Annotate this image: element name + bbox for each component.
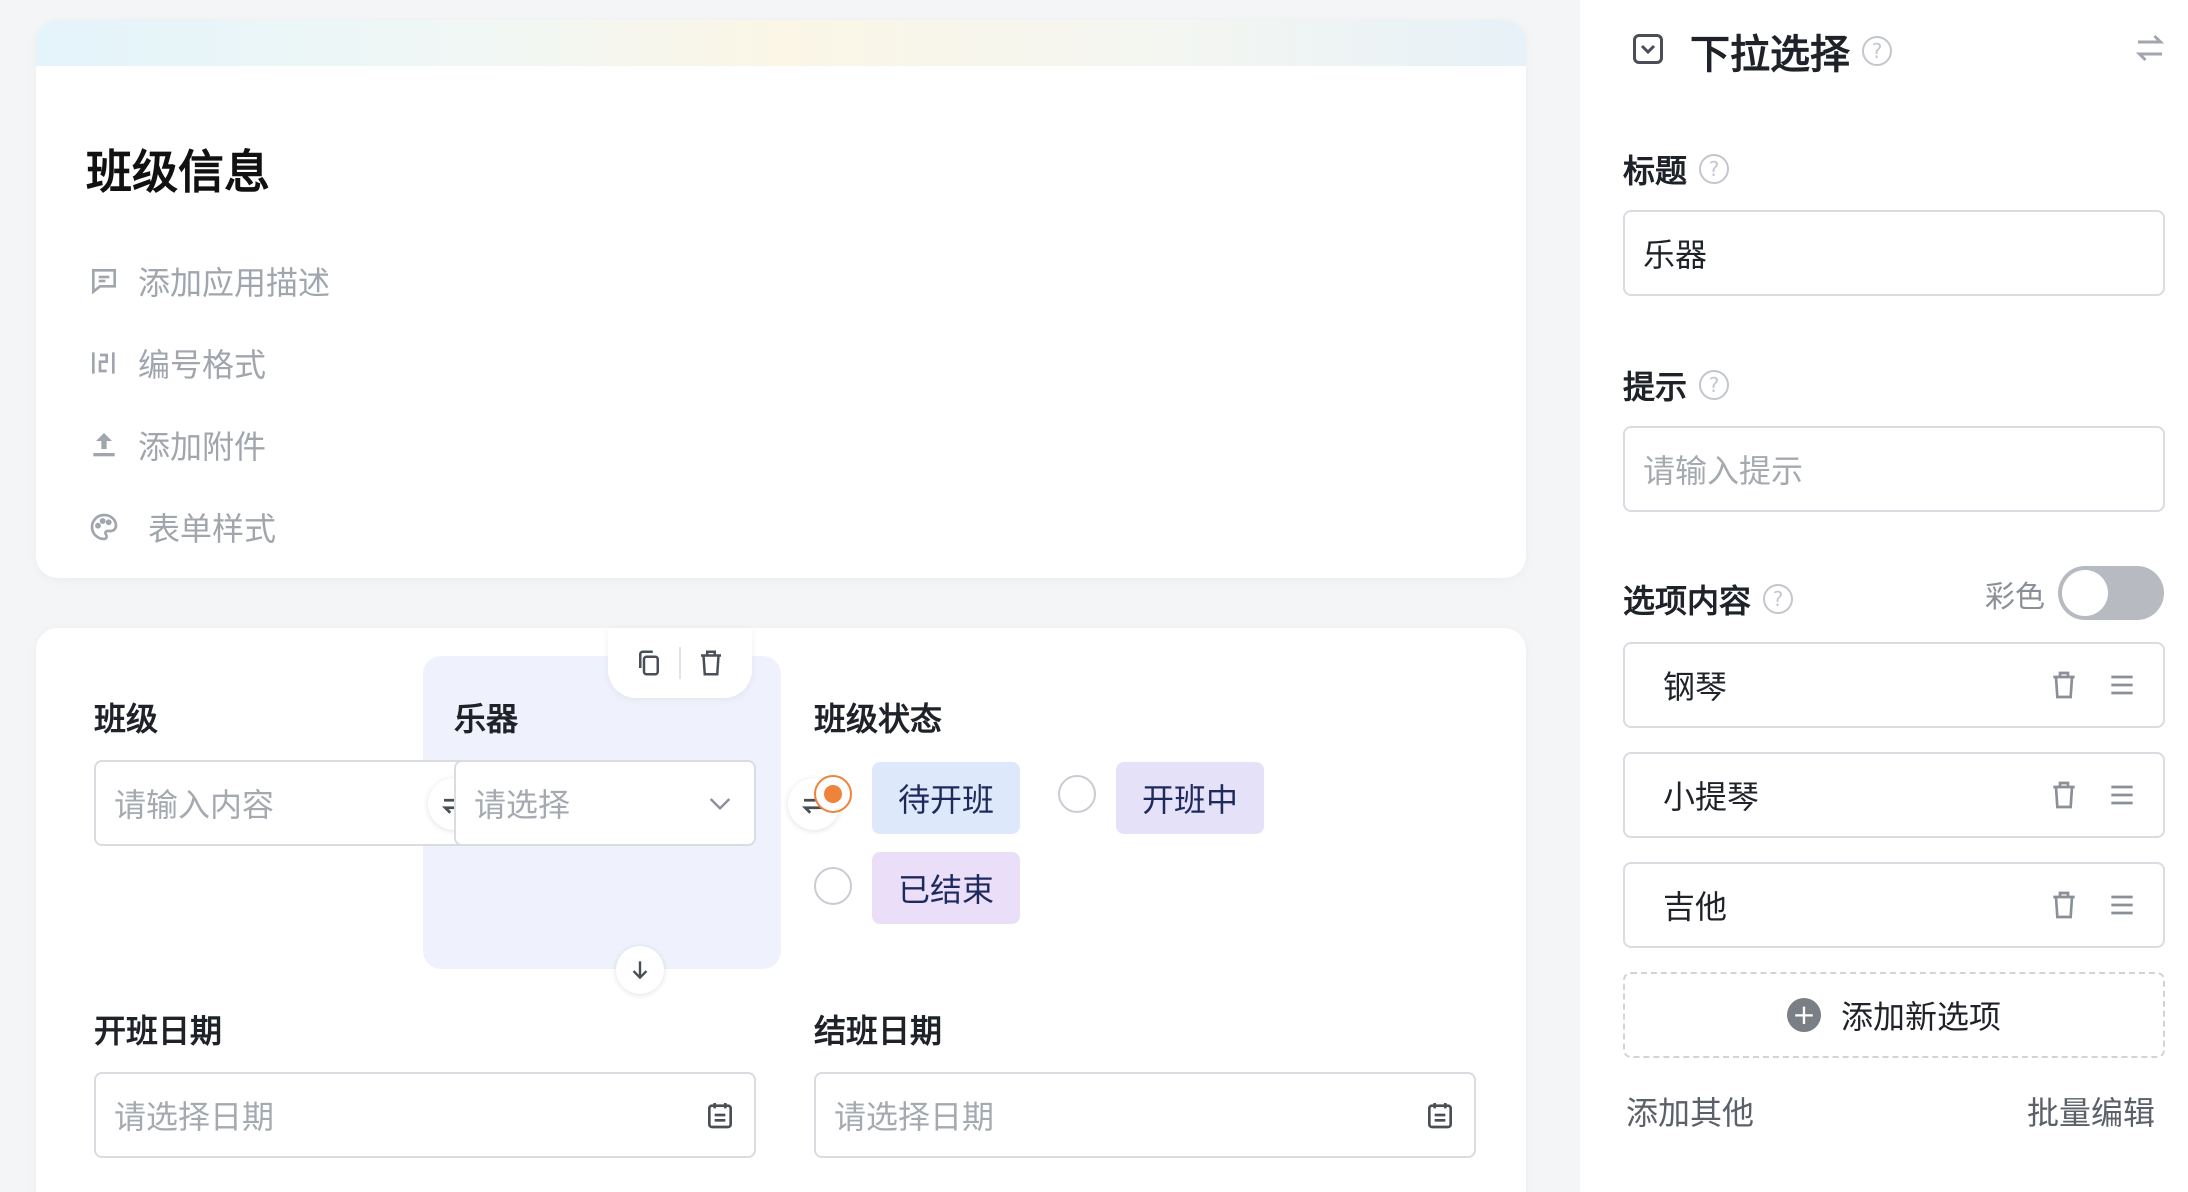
calendar-icon bbox=[1428, 1103, 1452, 1129]
add-description-label: 添加应用描述 bbox=[138, 264, 331, 302]
drag-handle-icon bbox=[2111, 675, 2133, 695]
help-icon[interactable]: ? bbox=[1699, 370, 1730, 400]
form-style-label: 表单样式 bbox=[148, 510, 277, 548]
end-date-picker[interactable]: 请选择日期 bbox=[814, 1072, 1476, 1158]
trash-icon bbox=[2053, 891, 2075, 919]
switch-icon bbox=[2135, 34, 2165, 62]
panel-header: 下拉选择 ? bbox=[1630, 22, 1892, 80]
form-canvas: 班级信息 添加应用描述 编号格式 添加附件 表单样式 班级 请输入内容 乐器 请… bbox=[0, 0, 1580, 1192]
form-fields-card: 班级 请输入内容 乐器 请选择 班级状态 待开班 开班中 已结束 开班日期 请选… bbox=[36, 628, 1526, 1192]
title-input[interactable]: 乐器 bbox=[1623, 210, 2165, 296]
start-date-placeholder: 请选择日期 bbox=[114, 1098, 275, 1136]
status-option-ongoing[interactable]: 开班中 bbox=[1116, 762, 1264, 834]
palette-icon bbox=[84, 507, 124, 547]
copy-icon bbox=[639, 650, 659, 676]
title-input-value: 乐器 bbox=[1643, 236, 1708, 274]
end-date-field-label: 结班日期 bbox=[814, 1012, 943, 1050]
copy-field-button[interactable] bbox=[619, 638, 679, 688]
drag-handle[interactable] bbox=[2099, 662, 2145, 708]
number-format-label: 编号格式 bbox=[138, 346, 267, 384]
add-new-option-label: 添加新选项 bbox=[1840, 998, 2001, 1036]
color-toggle-label: 彩色 bbox=[1985, 580, 2045, 615]
option-text[interactable]: 钢琴 bbox=[1663, 662, 2029, 708]
end-date-placeholder: 请选择日期 bbox=[834, 1098, 995, 1136]
form-title[interactable]: 班级信息 bbox=[86, 136, 270, 202]
option-text[interactable]: 吉他 bbox=[1663, 882, 2029, 928]
dropdown-select-icon bbox=[1630, 31, 1666, 71]
delete-option-button[interactable] bbox=[2041, 662, 2087, 708]
option-row[interactable]: 小提琴 bbox=[1623, 752, 2165, 838]
add-attachment-label: 添加附件 bbox=[138, 428, 267, 466]
option-text[interactable]: 小提琴 bbox=[1663, 772, 2029, 818]
title-setting-text: 标题 bbox=[1623, 152, 1688, 190]
instrument-select-placeholder: 请选择 bbox=[474, 786, 571, 824]
batch-edit-link[interactable]: 批量编辑 bbox=[2027, 1088, 2155, 1134]
add-other-link[interactable]: 添加其他 bbox=[1626, 1088, 1754, 1134]
hint-setting-label: 提示 ? bbox=[1623, 362, 1730, 408]
field-toolbar bbox=[608, 628, 752, 698]
delete-field-button[interactable] bbox=[681, 638, 741, 688]
trash-icon bbox=[2053, 781, 2075, 809]
panel-title: 下拉选择 bbox=[1690, 32, 1850, 78]
help-icon[interactable]: ? bbox=[1763, 584, 1794, 614]
help-icon[interactable]: ? bbox=[1862, 36, 1892, 66]
comment-icon bbox=[84, 261, 124, 301]
status-radio-ongoing[interactable] bbox=[1058, 775, 1096, 813]
delete-option-button[interactable] bbox=[2041, 772, 2087, 818]
drag-handle-icon bbox=[2111, 895, 2133, 915]
add-attachment-item[interactable]: 添加附件 bbox=[84, 422, 266, 468]
drag-handle[interactable] bbox=[2099, 882, 2145, 928]
upload-icon bbox=[84, 425, 124, 465]
drag-handle-icon bbox=[2111, 785, 2133, 805]
plus-circle-icon: + bbox=[1786, 998, 1821, 1032]
status-option-pending[interactable]: 待开班 bbox=[872, 762, 1020, 834]
help-icon[interactable]: ? bbox=[1699, 154, 1730, 184]
form-style-item[interactable]: 表单样式 bbox=[84, 504, 276, 550]
options-setting-text: 选项内容 bbox=[1623, 582, 1752, 620]
delete-option-button[interactable] bbox=[2041, 882, 2087, 928]
drag-handle[interactable] bbox=[2099, 772, 2145, 818]
title-setting-label: 标题 ? bbox=[1623, 146, 1730, 192]
instrument-select[interactable]: 请选择 bbox=[454, 760, 756, 846]
calendar-icon bbox=[708, 1103, 732, 1129]
class-input-placeholder: 请输入内容 bbox=[114, 786, 275, 824]
class-field-label: 班级 bbox=[94, 700, 159, 738]
status-radio-pending[interactable] bbox=[814, 775, 852, 813]
hint-setting-text: 提示 bbox=[1623, 368, 1688, 406]
option-row[interactable]: 钢琴 bbox=[1623, 642, 2165, 728]
form-info-card: 班级信息 添加应用描述 编号格式 添加附件 表单样式 bbox=[36, 20, 1526, 578]
switch-field-type-button[interactable] bbox=[2132, 30, 2168, 70]
option-row[interactable]: 吉他 bbox=[1623, 862, 2165, 948]
number-format-item[interactable]: 编号格式 bbox=[84, 340, 266, 386]
move-down-button[interactable] bbox=[616, 946, 664, 994]
number-format-icon bbox=[84, 343, 124, 383]
trash-icon bbox=[2053, 671, 2075, 699]
status-option-ended[interactable]: 已结束 bbox=[872, 852, 1020, 924]
status-field-label: 班级状态 bbox=[814, 700, 943, 738]
trash-icon bbox=[701, 650, 721, 676]
start-date-field-label: 开班日期 bbox=[94, 1012, 223, 1050]
header-gradient-bar bbox=[36, 20, 1526, 66]
field-properties-panel: 下拉选择 ? 标题 ? 乐器 提示 ? 请输入提示 选项内容 ? 彩色 钢琴 小… bbox=[1580, 0, 2188, 1192]
add-description-item[interactable]: 添加应用描述 bbox=[84, 258, 330, 304]
options-setting-label: 选项内容 ? bbox=[1623, 576, 1794, 622]
chevron-down-icon bbox=[709, 798, 731, 811]
hint-input-placeholder: 请输入提示 bbox=[1643, 452, 1804, 490]
start-date-picker[interactable]: 请选择日期 bbox=[94, 1072, 756, 1158]
color-toggle-switch[interactable] bbox=[2058, 566, 2164, 620]
arrow-down-icon bbox=[632, 961, 648, 980]
hint-input[interactable]: 请输入提示 bbox=[1623, 426, 2165, 512]
status-radio-ended[interactable] bbox=[814, 867, 852, 905]
instrument-field-label: 乐器 bbox=[454, 700, 519, 738]
add-new-option-button[interactable]: + 添加新选项 bbox=[1623, 972, 2165, 1058]
